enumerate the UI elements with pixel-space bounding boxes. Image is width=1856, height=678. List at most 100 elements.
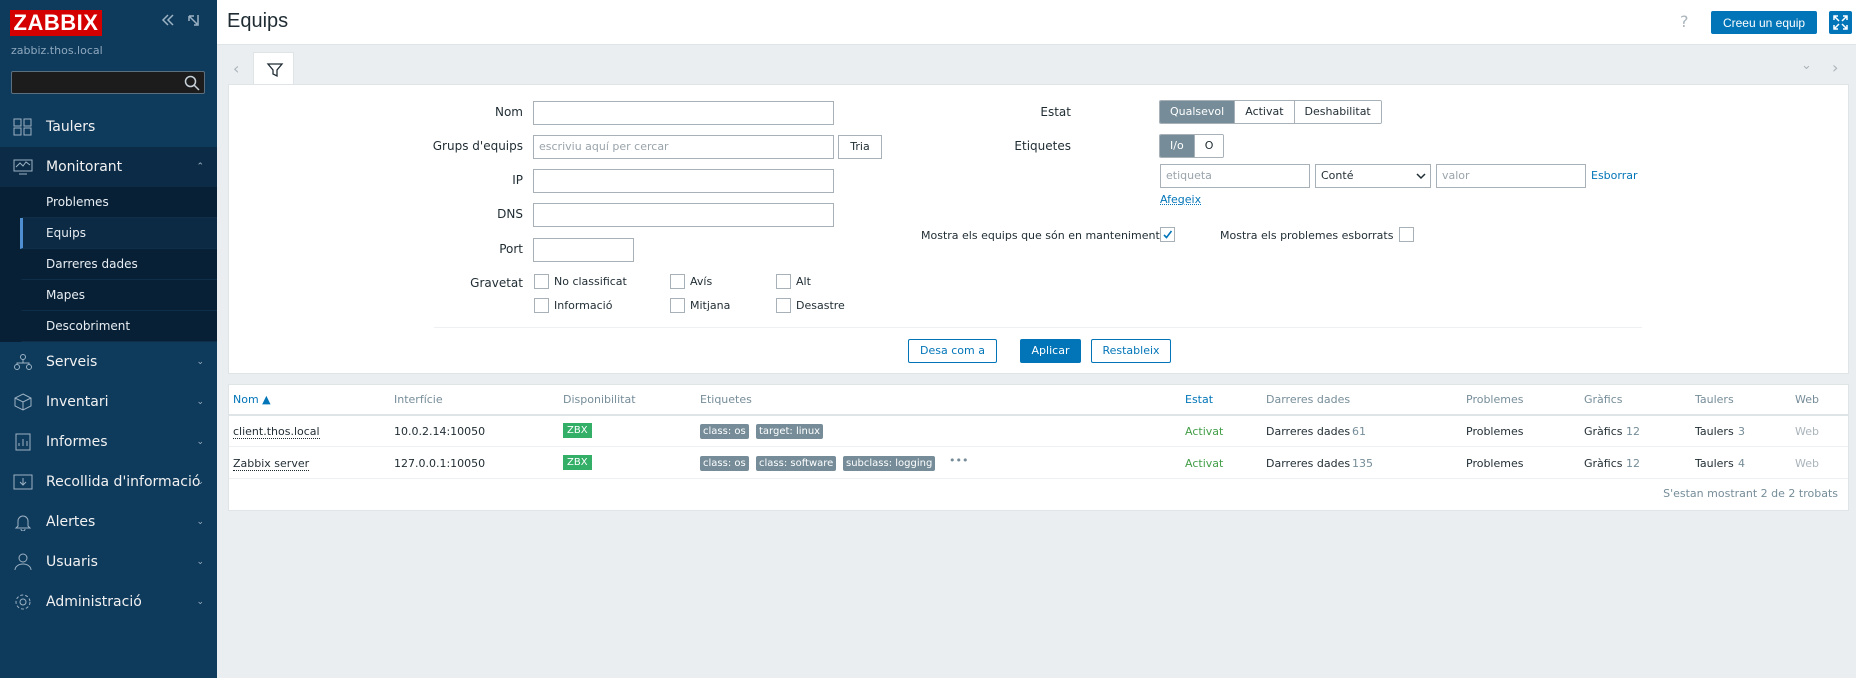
chevron-down-icon[interactable]: ⌄ (1801, 58, 1812, 73)
column-header-status[interactable]: Estat (1185, 393, 1213, 406)
severity-high-checkbox[interactable] (776, 274, 791, 289)
tag-operator-select[interactable]: Conté (1315, 164, 1431, 188)
kiosk-mode-button[interactable] (1829, 11, 1852, 34)
column-header-name[interactable]: Nom ▲ (233, 393, 271, 406)
submenu-item-hosts[interactable]: Equips (20, 218, 217, 249)
reset-button[interactable]: Restableix (1091, 339, 1171, 363)
dashboards-link[interactable]: Taulers (1695, 457, 1734, 470)
host-name-link[interactable]: client.thos.local (233, 425, 320, 439)
show-suppressed-checkbox[interactable] (1399, 227, 1414, 242)
problems-link[interactable]: Problemes (1466, 457, 1523, 470)
zabbix-logo[interactable]: ZABBIX (10, 10, 102, 36)
latest-data-count: 61 (1352, 425, 1366, 438)
help-icon[interactable]: ? (1680, 12, 1689, 31)
host-groups-input[interactable]: escriviu aquí per cercar (533, 135, 834, 159)
search-icon[interactable] (184, 75, 200, 91)
create-host-button[interactable]: Creeu un equip (1711, 11, 1817, 34)
ip-input[interactable] (533, 169, 834, 193)
column-header-tags: Etiquetes (700, 393, 752, 406)
dashboards-link[interactable]: Taulers (1695, 425, 1734, 438)
submenu-item-latest-data[interactable]: Darreres dades (20, 249, 217, 280)
add-tag-link[interactable]: Afegeix (1160, 193, 1201, 206)
table-row: client.thos.local 10.0.2.14:10050 ZBX cl… (229, 416, 1848, 447)
severity-not-classified-label: No classificat (554, 275, 627, 288)
apply-button[interactable]: Aplicar (1020, 339, 1081, 363)
sidebar: ZABBIX zabbiz.thos.local Taulers Monitor… (0, 0, 217, 678)
graphs-link[interactable]: Gràfics (1584, 457, 1623, 470)
collapse-sidebar-icon[interactable] (158, 13, 178, 33)
menu-item-monitoring[interactable]: Monitorant ⌃ (0, 147, 217, 187)
show-maintenance-checkbox[interactable] (1160, 227, 1175, 242)
severity-label: Gravetat (470, 276, 523, 290)
tag-badge[interactable]: target: linux (756, 424, 824, 439)
menu-label: Inventari (46, 394, 109, 410)
checkmark-icon (1163, 230, 1173, 239)
menu-item-inventory[interactable]: Inventari ⌄ (0, 382, 217, 422)
status-toggle[interactable]: Activat (1185, 425, 1223, 438)
problems-link[interactable]: Problemes (1466, 425, 1523, 438)
menu-item-services[interactable]: Serveis ⌄ (0, 342, 217, 382)
sidebar-search-input[interactable] (11, 71, 205, 94)
menu-item-administration[interactable]: Administració ⌄ (0, 582, 217, 622)
tag-badge[interactable]: class: os (700, 424, 749, 439)
port-input[interactable] (533, 238, 634, 262)
show-suppressed-label: Mostra els problemes esborrats (1220, 229, 1394, 242)
page-title: Equips (227, 10, 289, 32)
submenu-item-maps[interactable]: Mapes (20, 280, 217, 311)
status-enabled-option[interactable]: Activat (1235, 101, 1295, 123)
tag-badge[interactable]: subclass: logging (843, 456, 936, 471)
bell-icon (14, 515, 32, 531)
filter-tab[interactable] (253, 52, 294, 85)
column-header-graphs: Gràfics (1584, 393, 1623, 406)
name-input[interactable] (533, 101, 834, 125)
menu-label: Serveis (46, 354, 98, 370)
dns-input[interactable] (533, 203, 834, 227)
severity-disaster-label: Desastre (796, 299, 845, 312)
tag-badge[interactable]: class: os (700, 456, 749, 471)
graphs-count: 12 (1626, 425, 1640, 438)
filter-icon (266, 63, 284, 78)
menu-item-users[interactable]: Usuaris ⌄ (0, 542, 217, 582)
severity-average-checkbox[interactable] (670, 298, 685, 313)
name-label: Nom (494, 105, 523, 119)
remove-tag-link[interactable]: Esborrar (1591, 169, 1638, 182)
host-groups-label: Grups d'equips (432, 139, 523, 153)
menu-item-reports[interactable]: Informes ⌄ (0, 422, 217, 462)
menu-label: Administració (46, 594, 142, 610)
submenu-item-discovery[interactable]: Descobriment (20, 311, 217, 342)
server-name: zabbiz.thos.local (11, 44, 103, 57)
severity-average-label: Mitjana (690, 299, 731, 312)
availability-badge[interactable]: ZBX (563, 455, 592, 470)
tag-value-input[interactable]: valor (1436, 164, 1586, 188)
submenu-item-problems[interactable]: Problemes (20, 187, 217, 218)
severity-warning-checkbox[interactable] (670, 274, 685, 289)
tags-and-or-option[interactable]: I/o (1160, 135, 1195, 157)
status-disabled-option[interactable]: Deshabilitat (1294, 101, 1381, 123)
hide-sidebar-icon[interactable] (183, 13, 203, 33)
status-toggle[interactable]: Activat (1185, 457, 1223, 470)
host-name-link[interactable]: Zabbix server (233, 457, 310, 471)
menu-item-data-collection[interactable]: Recollida d'informació ⌄ (0, 462, 217, 502)
graphs-link[interactable]: Gràfics (1584, 425, 1623, 438)
tags-or-option[interactable]: O (1194, 135, 1224, 157)
menu-item-dashboards[interactable]: Taulers (0, 107, 217, 147)
chevron-right-icon[interactable]: › (1832, 58, 1838, 77)
latest-data-link[interactable]: Darreres dades (1266, 457, 1350, 470)
save-as-button[interactable]: Desa com a (908, 339, 997, 363)
select-groups-button[interactable]: Tria (838, 135, 882, 159)
tag-name-input[interactable]: etiqueta (1160, 164, 1310, 188)
severity-not-classified-checkbox[interactable] (534, 274, 549, 289)
status-any-option[interactable]: Qualsevol (1160, 101, 1236, 123)
dns-label: DNS (497, 207, 523, 221)
more-tags-button[interactable]: ••• (949, 454, 968, 467)
tag-badge[interactable]: class: software (756, 456, 837, 471)
severity-information-checkbox[interactable] (534, 298, 549, 313)
chevron-down-icon (1416, 173, 1426, 180)
users-icon (14, 553, 32, 571)
availability-badge[interactable]: ZBX (563, 423, 592, 438)
menu-item-alerts[interactable]: Alertes ⌄ (0, 502, 217, 542)
latest-data-link[interactable]: Darreres dades (1266, 425, 1350, 438)
column-header-dashboards: Taulers (1695, 393, 1734, 406)
chevron-left-icon[interactable]: ‹ (233, 59, 239, 78)
severity-disaster-checkbox[interactable] (776, 298, 791, 313)
